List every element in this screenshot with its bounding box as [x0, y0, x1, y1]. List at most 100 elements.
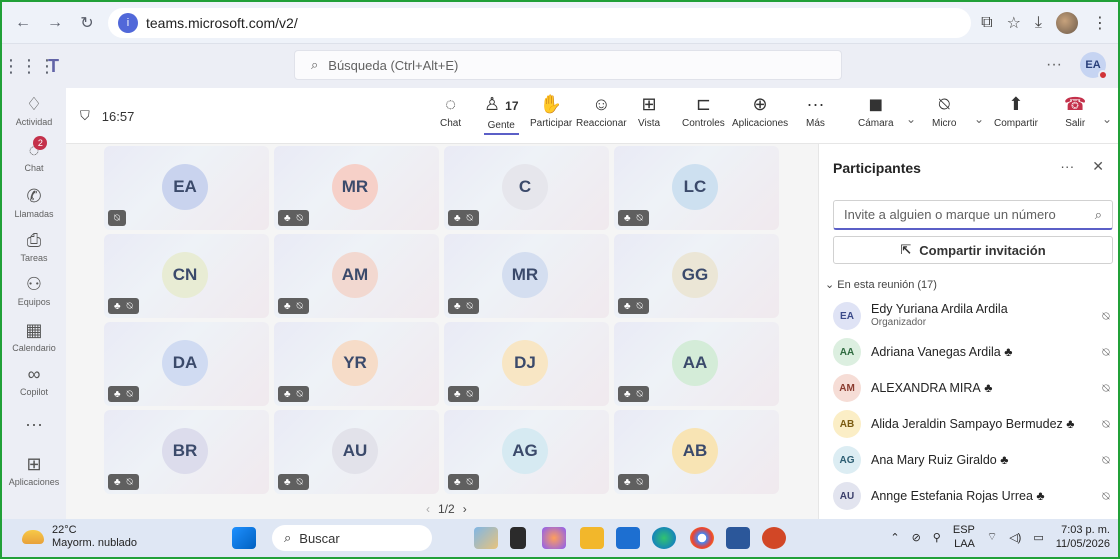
back-icon[interactable]: ←: [12, 12, 34, 34]
taskbar-search[interactable]: ⌕ Buscar: [272, 525, 432, 551]
more-apps-icon: ···: [25, 414, 43, 434]
clock[interactable]: 7:03 p. m. 11/05/2026: [1056, 523, 1110, 551]
participant-tile[interactable]: MR ♣ ⍉: [444, 234, 609, 318]
controls-button[interactable]: ⊏ Controles: [682, 94, 725, 129]
language-indicator[interactable]: ESP LAA: [953, 523, 975, 551]
next-page-icon[interactable]: ›: [463, 502, 467, 516]
forward-icon[interactable]: →: [44, 12, 66, 34]
panel-more-icon[interactable]: ···: [1060, 158, 1074, 175]
participant-tile[interactable]: MR ♣ ⍉: [274, 146, 439, 230]
react-button[interactable]: ☺ Reaccionar: [576, 94, 627, 129]
participant-row[interactable]: AM ALEXANDRA MIRA ♣ ⍉: [833, 370, 1115, 406]
browser-menu-icon[interactable]: ⋮: [1092, 13, 1108, 33]
task-view-icon[interactable]: [510, 527, 526, 549]
site-info-icon[interactable]: i: [118, 12, 138, 33]
app-launcher-icon[interactable]: ⋮⋮⋮: [2, 56, 56, 77]
mic-muted-icon: ⍉: [296, 388, 303, 400]
user-avatar[interactable]: EA: [1080, 52, 1108, 80]
rail-item-apps[interactable]: ⊞ Aplicaciones: [2, 454, 66, 487]
vpn-icon[interactable]: ⊘: [912, 531, 921, 544]
rail-item-activity[interactable]: ♢ Actividad: [2, 94, 66, 127]
share-invite-button[interactable]: ⇱ Compartir invitación: [833, 236, 1113, 264]
raise-hand-button[interactable]: ✋ Participar: [530, 94, 572, 129]
widgets-icon[interactable]: [474, 527, 498, 549]
wifi-icon[interactable]: ⌔: [987, 530, 997, 544]
participant-tile[interactable]: YR ♣ ⍉: [274, 322, 439, 406]
more-options-icon[interactable]: ···: [1046, 56, 1062, 74]
start-icon[interactable]: [232, 527, 256, 549]
rail-item-chat[interactable]: ◌ 2 Chat: [2, 136, 66, 173]
word-icon[interactable]: [726, 527, 750, 549]
participant-tile[interactable]: DA ♣ ⍉: [104, 322, 269, 406]
more-button[interactable]: ··· Más: [806, 94, 825, 129]
mic-muted-icon: ⍉: [1102, 488, 1110, 503]
share-button[interactable]: ⬆ Compartir: [994, 94, 1038, 129]
tile-avatar: LC: [672, 164, 718, 210]
usb-icon[interactable]: ⚲: [933, 531, 941, 544]
participant-row[interactable]: AA Adriana Vanegas Ardila ♣ ⍉: [833, 334, 1115, 370]
participant-tile[interactable]: AA ♣ ⍉: [614, 322, 779, 406]
rail-item-teams[interactable]: ⚇ Equipos: [2, 274, 66, 307]
guest-icon: ♣: [1000, 345, 1013, 359]
copilot-app-icon[interactable]: [542, 527, 566, 549]
rail-item-calls[interactable]: ✆ Llamadas: [2, 186, 66, 219]
camera-button[interactable]: ◼ Cámara: [858, 94, 894, 129]
view-button[interactable]: ⊞ Vista: [638, 94, 660, 129]
volume-icon[interactable]: ◁): [1009, 531, 1021, 544]
in-meeting-section-toggle[interactable]: ⌄ En esta reunión (17): [825, 278, 937, 291]
mic-options-chevron-icon[interactable]: ⌄: [974, 112, 984, 126]
rail-item-calendar[interactable]: ▦ Calendario: [2, 320, 66, 353]
prev-page-icon[interactable]: ‹: [426, 502, 430, 516]
close-icon[interactable]: ✕: [1092, 158, 1104, 175]
battery-icon[interactable]: ▭: [1033, 531, 1043, 544]
participant-tile[interactable]: LC ♣ ⍉: [614, 146, 779, 230]
participant-row[interactable]: EA Edy Yuriana Ardila Ardila Organizador ⍉: [833, 298, 1115, 334]
address-bar[interactable]: i teams.microsoft.com/v2/: [108, 7, 972, 38]
tile-avatar: CN: [162, 252, 208, 298]
participant-tile[interactable]: AM ♣ ⍉: [274, 234, 439, 318]
powerpoint-icon[interactable]: [762, 527, 786, 549]
leave-button[interactable]: ☎ Salir: [1064, 94, 1086, 129]
chat-button[interactable]: ◌ Chat: [440, 94, 461, 129]
rail-item-tasks[interactable]: ⎙ Tareas: [2, 230, 66, 263]
guest-icon: ♣: [624, 476, 631, 488]
reload-icon[interactable]: ↻: [76, 12, 98, 34]
show-hidden-icons-icon[interactable]: ⌃: [890, 531, 899, 544]
participant-row[interactable]: AU Annge Estefania Rojas Urrea ♣ ⍉: [833, 478, 1115, 514]
chrome-icon[interactable]: [690, 527, 714, 549]
mic-muted-icon: ⍉: [636, 300, 643, 312]
participant-tile[interactable]: BR ♣ ⍉: [104, 410, 269, 494]
guest-icon: ♣: [454, 388, 461, 400]
participant-row[interactable]: AB Alida Jeraldin Sampayo Bermudez ♣ ⍉: [833, 406, 1115, 442]
participant-tile[interactable]: EA ⍉: [104, 146, 269, 230]
bookmark-star-icon[interactable]: ☆: [1007, 13, 1021, 33]
file-explorer-icon[interactable]: [580, 527, 604, 549]
tile-avatar: AM: [332, 252, 378, 298]
participant-tile[interactable]: GG ♣ ⍉: [614, 234, 779, 318]
people-button[interactable]: ♙ 17 Gente: [484, 94, 519, 135]
weather-widget[interactable]: 22°C Mayorm. nublado: [22, 524, 137, 550]
rail-item-copilot[interactable]: ∞ Copilot: [2, 364, 66, 397]
edge-icon[interactable]: [652, 527, 676, 549]
rail-more[interactable]: ···: [2, 414, 66, 435]
browser-profile-avatar[interactable]: [1056, 11, 1078, 34]
store-icon[interactable]: [616, 527, 640, 549]
download-icon[interactable]: ⤓: [1035, 14, 1042, 32]
participant-tile[interactable]: AB ♣ ⍉: [614, 410, 779, 494]
panel-title: Participantes: [833, 160, 921, 176]
cast-icon[interactable]: ⧉: [981, 14, 992, 32]
participant-tile[interactable]: DJ ♣ ⍉: [444, 322, 609, 406]
camera-options-chevron-icon[interactable]: ⌄: [906, 112, 916, 126]
leave-options-chevron-icon[interactable]: ⌄: [1102, 112, 1112, 126]
invite-input[interactable]: Invite a alguien o marque un número ⌕: [833, 200, 1113, 230]
search-box[interactable]: ⌕ Búsqueda (Ctrl+Alt+E): [294, 50, 842, 80]
mic-button[interactable]: ⍉ Micro: [932, 94, 956, 129]
search-placeholder: Búsqueda (Ctrl+Alt+E): [328, 57, 459, 73]
ctrl-label: Salir: [1065, 118, 1086, 129]
participant-tile[interactable]: CN ♣ ⍉: [104, 234, 269, 318]
participant-tile[interactable]: AG ♣ ⍉: [444, 410, 609, 494]
participant-tile[interactable]: C ♣ ⍉: [444, 146, 609, 230]
participant-row[interactable]: AG Ana Mary Ruiz Giraldo ♣ ⍉: [833, 442, 1115, 478]
apps-button[interactable]: ⊕ Aplicaciones: [732, 94, 788, 129]
participant-tile[interactable]: AU ♣ ⍉: [274, 410, 439, 494]
